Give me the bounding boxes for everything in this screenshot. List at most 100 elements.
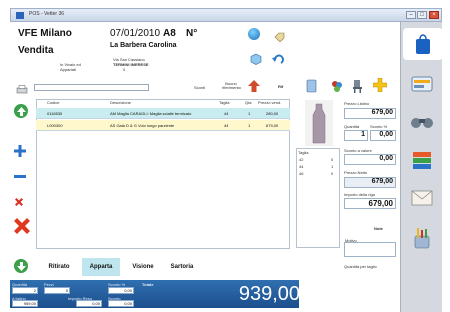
amount-discount-field[interactable]: 0,00 bbox=[344, 154, 396, 165]
discount-tool-label: Sconti bbox=[194, 85, 206, 90]
qty-per-size-label: Quantità per taglio bbox=[344, 264, 377, 269]
size-qty: 1 bbox=[331, 164, 334, 169]
qty-field[interactable]: 1 bbox=[344, 130, 368, 141]
tab-sartoria[interactable]: Sartoria bbox=[162, 258, 202, 276]
row-code: L000300 bbox=[47, 123, 63, 128]
shopping-bag-icon bbox=[416, 34, 430, 54]
envelope-icon bbox=[411, 190, 433, 206]
barcode-input[interactable] bbox=[34, 84, 149, 91]
undo-icon[interactable] bbox=[272, 52, 285, 64]
close-button[interactable]: × bbox=[429, 11, 439, 19]
discount-pct-field[interactable]: 0,00 bbox=[370, 130, 396, 141]
tab-ritirato[interactable]: Ritirato bbox=[40, 258, 78, 276]
col-size: Taglia bbox=[219, 100, 230, 105]
line-total-label: Importo della riga bbox=[344, 192, 375, 197]
row-qty: 1 bbox=[248, 111, 251, 116]
footer-total-label: Totale bbox=[142, 282, 154, 287]
minus-icon bbox=[14, 174, 26, 178]
size-qty: 0 bbox=[331, 157, 334, 162]
cube-icon[interactable] bbox=[250, 52, 262, 65]
row-qty: 1 bbox=[248, 123, 251, 128]
col-code: Codice bbox=[47, 100, 60, 105]
size-value: 42 bbox=[299, 157, 304, 162]
address-line3: 0 bbox=[123, 67, 126, 72]
remove-row-button[interactable] bbox=[14, 174, 26, 179]
mode-label: Vendita bbox=[18, 45, 54, 56]
ref-tool-label: Rif bbox=[278, 84, 284, 89]
list-price-field[interactable]: 679,00 bbox=[344, 108, 396, 119]
window-title: POS - Vetter 36 bbox=[29, 11, 65, 17]
arrow-up-icon bbox=[16, 106, 26, 116]
sidebar-item-register[interactable] bbox=[405, 68, 439, 100]
add-item-icon[interactable] bbox=[372, 77, 388, 93]
footer-reso-field: 0,00 bbox=[76, 300, 102, 307]
delete-line-button[interactable] bbox=[14, 197, 24, 207]
tabs-spacer bbox=[16, 259, 30, 273]
tag-icon[interactable] bbox=[274, 29, 285, 43]
col-qty: Qta bbox=[245, 100, 252, 105]
tab-visione[interactable]: Visione bbox=[124, 258, 162, 276]
sidebar-item-sale[interactable] bbox=[403, 28, 443, 60]
scroll-up-button[interactable] bbox=[14, 104, 28, 118]
pencil-cup-icon bbox=[414, 228, 430, 249]
line-total-field: 679,00 bbox=[344, 198, 396, 209]
minimize-button[interactable]: – bbox=[406, 11, 416, 19]
sidebar-item-archive[interactable] bbox=[405, 144, 439, 176]
store-name: VFE Milano bbox=[18, 28, 72, 39]
doc-number-label: N° bbox=[186, 28, 198, 39]
cash-register-icon bbox=[411, 76, 433, 92]
row-price: 280,00 bbox=[266, 111, 279, 116]
qty-label: Quantità bbox=[344, 124, 360, 129]
document-icon[interactable] bbox=[306, 79, 318, 93]
maximize-button[interactable]: □ bbox=[417, 11, 427, 19]
print-icon[interactable] bbox=[16, 82, 28, 94]
binoculars-icon bbox=[411, 118, 433, 128]
plus-icon bbox=[14, 145, 26, 157]
customer-name[interactable]: La Barbera Carolina bbox=[110, 42, 177, 49]
net-price-label: Prezzo Netto bbox=[344, 170, 368, 175]
sidebar-item-search[interactable] bbox=[405, 106, 439, 138]
books-icon bbox=[413, 152, 431, 169]
row-size: 44 bbox=[224, 111, 229, 116]
sizes-title: Taglia bbox=[298, 150, 309, 155]
row-size: 44 bbox=[224, 123, 229, 128]
size-qty: 0 bbox=[331, 171, 334, 176]
amount-discount-label: Sconto a valore bbox=[344, 148, 372, 153]
sidebar-item-tools[interactable] bbox=[405, 222, 439, 254]
row-description: AS Gala D & G Volo lungo parziente bbox=[110, 123, 175, 128]
small-x-icon bbox=[15, 198, 23, 206]
right-sidebar bbox=[400, 22, 443, 312]
note-input[interactable] bbox=[344, 242, 396, 257]
users-icon[interactable] bbox=[330, 79, 344, 93]
app-icon bbox=[16, 12, 24, 19]
net-price-field: 679,00 bbox=[344, 177, 396, 188]
size-value: 46 bbox=[299, 171, 304, 176]
address-line2: TERMINI IMERESE bbox=[113, 62, 149, 67]
globe-icon[interactable] bbox=[248, 28, 260, 40]
footer-discount-field: 0,00 bbox=[108, 287, 134, 294]
date-label: 07/01/2010 bbox=[110, 28, 161, 39]
footer-sconto-field: 0,00 bbox=[108, 300, 134, 307]
table-row[interactable]: L000300 AS Gala D & G Volo lungo parzien… bbox=[36, 120, 290, 131]
col-price: Prezzo vend. bbox=[258, 100, 282, 105]
big-x-icon bbox=[14, 218, 30, 234]
tab-apparta[interactable]: Apparta bbox=[82, 258, 120, 276]
reference-tool-label: Buono riferimento bbox=[222, 81, 241, 90]
discount-pct-label: Sconto % bbox=[370, 124, 388, 129]
row-description: AM Maglia CARAGLI: Maglia scialle termic… bbox=[110, 111, 192, 116]
sizes-panel bbox=[296, 148, 340, 248]
note-label: Note bbox=[374, 226, 383, 231]
size-value: 44 bbox=[299, 164, 304, 169]
sidebar-item-mail[interactable] bbox=[405, 182, 439, 214]
row-price: 679,00 bbox=[266, 123, 279, 128]
col-description: Descrizione bbox=[110, 100, 131, 105]
window-titlebar: POS - Vetter 36 – □ × bbox=[10, 8, 442, 22]
cancel-all-button[interactable] bbox=[14, 218, 30, 234]
table-row[interactable]: 0116530 AM Maglia CARAGLI: Maglia sciall… bbox=[36, 108, 290, 119]
arrow-up-icon[interactable] bbox=[248, 79, 260, 92]
footer-qty-field: 2 bbox=[12, 287, 38, 294]
register-label: A8 bbox=[163, 28, 176, 39]
chair-icon[interactable] bbox=[352, 79, 364, 93]
status-line2: Appartati bbox=[60, 67, 77, 72]
add-row-button[interactable] bbox=[14, 145, 26, 157]
